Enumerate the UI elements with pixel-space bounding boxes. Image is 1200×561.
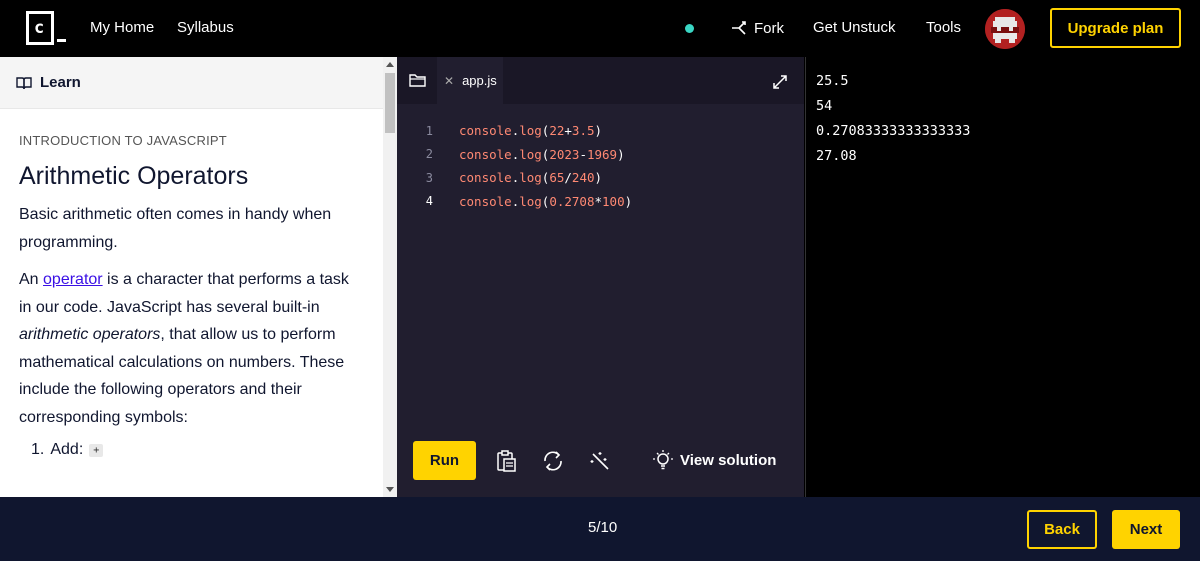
connection-status-dot xyxy=(685,24,694,33)
code-operator: + xyxy=(564,123,572,139)
code-method: log xyxy=(519,123,542,139)
refresh-icon[interactable] xyxy=(541,449,565,473)
lesson-course-name: INTRODUCTION TO JAVASCRIPT xyxy=(19,133,227,148)
operator-symbol-chip: + xyxy=(89,443,104,457)
learn-scrollbar[interactable] xyxy=(383,57,397,497)
tools-button[interactable]: Tools xyxy=(926,19,961,36)
operator-link[interactable]: operator xyxy=(43,271,103,288)
nav-syllabus[interactable]: Syllabus xyxy=(177,19,234,36)
run-button[interactable]: Run xyxy=(413,441,476,480)
code-line: 2 console.log(2023-1969) xyxy=(397,143,804,167)
lesson-progress: 5/10 xyxy=(588,519,618,536)
lesson-title: Arithmetic Operators xyxy=(19,162,249,190)
lesson-content: INTRODUCTION TO JAVASCRIPT Arithmetic Op… xyxy=(19,133,364,459)
code-paren-close: ) xyxy=(617,146,625,162)
lesson-paragraph-1: Basic arithmetic often comes in handy wh… xyxy=(19,206,332,251)
code-text: console.log(65/240) xyxy=(459,170,602,185)
learn-panel: Learn INTRODUCTION TO JAVASCRIPT Arithme… xyxy=(0,57,397,497)
code-number: 3.5 xyxy=(571,123,595,139)
code-number: 0.2708 xyxy=(549,193,595,209)
scrollbar-thumb[interactable] xyxy=(385,73,395,133)
file-tab-app-js[interactable]: ✕ app.js xyxy=(437,57,503,104)
output-line: 0.27083333333333333 xyxy=(816,123,971,139)
output-line: 54 xyxy=(816,98,833,114)
code-object: console xyxy=(459,170,512,186)
code-method: log xyxy=(519,146,542,162)
output-lines: 25.5 54 0.27083333333333333 27.08 xyxy=(806,69,970,169)
code-number: 22 xyxy=(549,123,565,139)
code-operator: - xyxy=(579,146,587,162)
code-number: 100 xyxy=(602,193,625,209)
code-text: console.log(2023-1969) xyxy=(459,147,625,162)
back-button[interactable]: Back xyxy=(1027,510,1097,549)
scroll-down-arrow-icon[interactable] xyxy=(386,487,394,492)
list-item-number: 1. xyxy=(31,441,45,458)
code-object: console xyxy=(459,123,512,139)
code-number: 1969 xyxy=(586,146,618,162)
output-line: 25.5 xyxy=(816,73,849,89)
code-number: 240 xyxy=(571,170,595,186)
line-number: 4 xyxy=(425,194,433,209)
logo-box: c xyxy=(26,11,54,45)
expand-icon[interactable] xyxy=(772,74,788,90)
code-line: 1 console.log(22+3.5) xyxy=(397,119,804,143)
code-paren-close: ) xyxy=(594,170,603,186)
line-number: 1 xyxy=(425,123,433,138)
code-editor-panel: ✕ app.js 1 console.log(22+3.5) 2 console… xyxy=(397,57,804,497)
clipboard-icon[interactable] xyxy=(494,449,518,473)
book-icon xyxy=(16,76,32,89)
para2-prefix: An xyxy=(19,271,44,288)
para2-emphasis: arithmetic operators xyxy=(19,326,161,343)
logo-letter: c xyxy=(34,18,45,38)
pixel-avatar-icon xyxy=(985,9,1025,49)
lesson-paragraph-2: An operator is a character that performs… xyxy=(19,266,364,431)
code-line: 3 console.log(65/240) xyxy=(397,166,804,190)
code-text: console.log(22+3.5) xyxy=(459,123,602,138)
lightbulb-icon xyxy=(653,450,673,470)
folder-icon[interactable] xyxy=(409,73,426,87)
editor-toolbar: Run View solution xyxy=(397,427,804,497)
output-line: 27.08 xyxy=(816,148,857,164)
learn-header: Learn xyxy=(0,57,383,109)
user-avatar[interactable] xyxy=(985,9,1025,49)
editor-tab-bar: ✕ app.js xyxy=(397,57,804,104)
view-solution-button[interactable]: View solution xyxy=(652,449,776,471)
lesson-footer: 5/10 Back Next xyxy=(0,497,1200,561)
line-number: 3 xyxy=(425,170,433,185)
get-unstuck-button[interactable]: Get Unstuck xyxy=(813,19,896,36)
code-area[interactable]: 1 console.log(22+3.5) 2 console.log(2023… xyxy=(397,119,804,213)
code-text: console.log(0.2708*100) xyxy=(459,194,632,209)
learn-header-label: Learn xyxy=(40,74,81,91)
scroll-up-arrow-icon[interactable] xyxy=(386,62,394,67)
logo-cursor xyxy=(57,39,66,42)
code-method: log xyxy=(519,170,542,186)
list-item: 1. Add: + xyxy=(19,441,364,459)
code-object: console xyxy=(459,193,512,209)
file-tab-label: app.js xyxy=(462,73,497,88)
code-paren-close: ) xyxy=(594,123,603,139)
code-paren-close: ) xyxy=(624,193,633,209)
output-console: 25.5 54 0.27083333333333333 27.08 xyxy=(805,57,1200,497)
close-tab-icon[interactable]: ✕ xyxy=(444,74,454,88)
fork-label: Fork xyxy=(754,19,784,37)
code-method: log xyxy=(519,193,542,209)
codecademy-logo[interactable]: c xyxy=(26,11,66,45)
fork-button[interactable]: Fork xyxy=(730,19,784,37)
top-navigation-bar: c My Home Syllabus Fork Get Unstuck Tool… xyxy=(0,0,1200,57)
code-operator: * xyxy=(594,193,603,209)
code-object: console xyxy=(459,146,512,162)
code-line: 4 console.log(0.2708*100) xyxy=(397,190,804,214)
code-number: 65 xyxy=(549,170,565,186)
nav-my-home[interactable]: My Home xyxy=(90,19,154,36)
line-number: 2 xyxy=(425,147,433,162)
next-button[interactable]: Next xyxy=(1112,510,1180,549)
fork-icon xyxy=(732,21,746,35)
list-item-label: Add: xyxy=(50,441,84,458)
code-operator: / xyxy=(564,170,572,186)
magic-wand-icon[interactable] xyxy=(588,449,612,473)
upgrade-plan-button[interactable]: Upgrade plan xyxy=(1050,8,1181,48)
code-number: 2023 xyxy=(549,146,580,162)
view-solution-label: View solution xyxy=(680,451,777,469)
